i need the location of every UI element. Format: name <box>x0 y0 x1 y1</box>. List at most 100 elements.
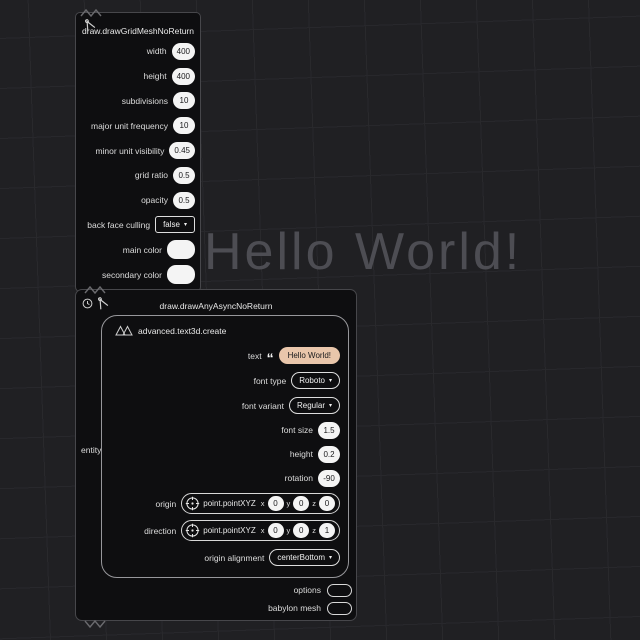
point-block-title: point.pointXYZ <box>203 499 256 508</box>
node-editor-canvas[interactable]: Hello World! draw.drawGridMeshNoReturn w… <box>0 0 640 640</box>
secondary-color-swatch[interactable] <box>167 265 195 285</box>
chevron-down-icon: ▾ <box>183 221 187 228</box>
major-unit-input[interactable]: 10 <box>173 117 195 135</box>
field-row-secondary-color: secondary color <box>76 262 200 287</box>
field-label: width <box>146 46 167 57</box>
origin-x-input[interactable]: 0 <box>267 496 284 511</box>
field-row-origin: origin point.pointXYZ x 0 y 0 z 0 <box>102 490 348 517</box>
field-row-width: width 400 <box>76 39 200 64</box>
text3d-icon <box>115 325 133 336</box>
text3d-create-block[interactable]: advanced.text3d.create text “ Hello Worl… <box>101 315 349 578</box>
field-row-subdivisions: subdivisions 10 <box>76 89 200 114</box>
axis-label-y: y <box>286 499 291 508</box>
field-label: font variant <box>241 400 284 411</box>
grid-ratio-input[interactable]: 0.5 <box>173 166 195 184</box>
field-rows: text “ Hello World! font type Roboto ▾ f… <box>102 316 348 571</box>
field-label: text <box>247 350 262 361</box>
dropdown-value: Regular <box>296 401 325 410</box>
font-size-input[interactable]: 1.5 <box>318 421 340 439</box>
field-row-text: text “ Hello World! <box>102 343 348 368</box>
direction-z-input[interactable]: 1 <box>319 523 335 538</box>
field-label: font type <box>253 375 287 386</box>
quote-icon: “ <box>266 349 274 366</box>
field-label: rotation <box>284 473 313 483</box>
point-xyz-block[interactable]: point.pointXYZ x 0 y 0 z 0 <box>181 493 340 514</box>
font-variant-dropdown[interactable]: Regular ▾ <box>288 397 340 414</box>
scene-preview-text: Hello World! <box>204 223 523 281</box>
opacity-input[interactable]: 0.5 <box>173 191 195 209</box>
axis-label-z: z <box>312 499 316 508</box>
axis-label-x: x <box>260 526 265 535</box>
field-label: back face culling <box>87 219 151 230</box>
axis-label-y: y <box>286 526 291 535</box>
point-xyz-block[interactable]: point.pointXYZ x 0 y 0 z 1 <box>181 520 340 541</box>
font-type-dropdown[interactable]: Roboto ▾ <box>291 372 340 389</box>
field-row-babylon-mesh: babylon mesh <box>268 600 352 616</box>
field-row-options: options <box>294 582 352 598</box>
direction-y-input[interactable]: 0 <box>293 523 310 538</box>
field-label: height <box>143 71 167 82</box>
field-label: options <box>293 585 321 595</box>
field-row-minor-unit: minor unit visibility 0.45 <box>76 138 200 163</box>
axis-label-z: z <box>312 526 316 535</box>
options-input-slot[interactable] <box>327 583 352 597</box>
origin-y-input[interactable]: 0 <box>293 496 310 511</box>
field-label: major unit frequency <box>90 120 168 131</box>
minor-unit-input[interactable]: 0.45 <box>169 142 195 160</box>
target-icon <box>186 496 200 511</box>
text-input[interactable]: Hello World! <box>278 347 340 364</box>
field-rows: width 400 height 400 subdivisions 10 maj… <box>76 36 200 287</box>
field-row-direction: direction point.pointXYZ x 0 y 0 z 1 <box>102 517 348 544</box>
field-label: subdivisions <box>121 95 168 106</box>
grid-mesh-block[interactable]: draw.drawGridMeshNoReturn width 400 heig… <box>75 8 201 292</box>
width-input[interactable]: 400 <box>171 42 195 60</box>
block-title: draw.drawAnyAsyncNoReturn <box>159 301 273 311</box>
dropdown-value: centerBottom <box>277 553 325 562</box>
field-label: babylon mesh <box>268 603 321 613</box>
point-block-title: point.pointXYZ <box>203 526 256 535</box>
field-row-font-variant: font variant Regular ▾ <box>102 393 348 418</box>
axis-label-x: x <box>260 499 265 508</box>
rotation-input[interactable]: -90 <box>318 469 340 487</box>
field-label: opacity <box>141 195 168 206</box>
field-row-backface: back face culling false ▾ <box>76 213 200 238</box>
main-color-swatch[interactable] <box>167 240 195 260</box>
field-row-origin-alignment: origin alignment centerBottom ▾ <box>102 544 348 571</box>
field-label: secondary color <box>101 269 162 280</box>
field-row-grid-ratio: grid ratio 0.5 <box>76 163 200 188</box>
direction-x-input[interactable]: 0 <box>267 523 284 538</box>
origin-z-input[interactable]: 0 <box>319 496 335 511</box>
babylon-mesh-output-slot[interactable] <box>327 601 352 615</box>
field-row-font-type: font type Roboto ▾ <box>102 368 348 393</box>
subdivisions-input[interactable]: 10 <box>173 92 195 110</box>
field-label: origin <box>155 498 177 509</box>
field-label: font size <box>281 425 313 435</box>
field-label: grid ratio <box>134 170 168 181</box>
dropdown-value: false <box>163 220 180 230</box>
chevron-down-icon: ▾ <box>328 554 332 561</box>
field-label: minor unit visibility <box>95 145 165 156</box>
field-label: height <box>289 449 313 459</box>
connector-zigzag-icon <box>84 619 106 629</box>
draw-async-block[interactable]: draw.drawAnyAsyncNoReturn entity advance… <box>75 285 357 629</box>
chevron-down-icon: ▾ <box>328 377 332 384</box>
dropdown-value: Roboto <box>299 376 325 385</box>
field-row-main-color: main color <box>76 237 200 262</box>
field-row-opacity: opacity 0.5 <box>76 188 200 213</box>
chevron-down-icon: ▾ <box>328 402 332 409</box>
backface-culling-dropdown[interactable]: false ▾ <box>155 216 195 234</box>
field-row-rotation: rotation -90 <box>102 466 348 490</box>
async-clock-icon <box>82 298 93 309</box>
field-label: main color <box>122 244 162 255</box>
height-input[interactable]: 0.2 <box>318 445 340 463</box>
target-icon <box>186 523 200 538</box>
field-row-font-size: font size 1.5 <box>102 418 348 442</box>
height-input[interactable]: 400 <box>171 67 195 85</box>
field-row-major-unit: major unit frequency 10 <box>76 113 200 138</box>
entity-label: entity <box>81 445 102 455</box>
field-row-height: height 0.2 <box>102 442 348 466</box>
field-row-height: height 400 <box>76 64 200 89</box>
block-title: advanced.text3d.create <box>138 326 227 336</box>
origin-alignment-dropdown[interactable]: centerBottom ▾ <box>269 549 340 566</box>
field-label: origin alignment <box>204 552 265 563</box>
